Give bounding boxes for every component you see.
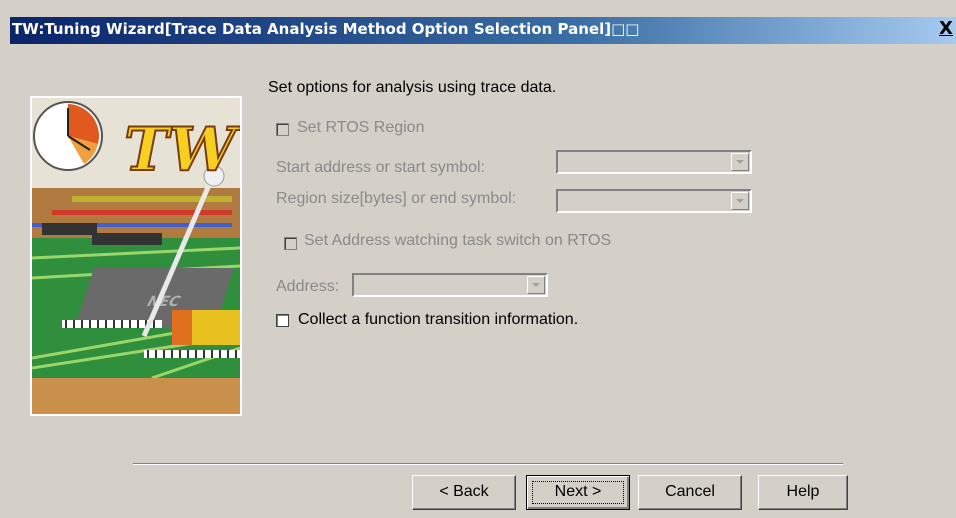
rtos-region-label: Set RTOS Region	[297, 119, 425, 136]
address-label: Address:	[276, 278, 340, 295]
help-button[interactable]: Help	[758, 475, 848, 510]
chevron-down-icon[interactable]	[527, 276, 545, 294]
address-combo[interactable]	[352, 273, 548, 297]
chevron-down-icon[interactable]	[731, 192, 749, 210]
close-icon[interactable]: X	[938, 20, 954, 38]
address-watching-label: Set Address watching task switch on RTOS	[304, 232, 612, 249]
tw-logo: TW	[124, 115, 240, 185]
next-button[interactable]: Next >	[526, 475, 630, 510]
wizard-content: NEC TW Set options for analysis using tr…	[10, 44, 956, 518]
start-address-combo[interactable]	[556, 150, 752, 174]
start-address-label: Start address or start symbol:	[276, 159, 485, 176]
back-button[interactable]: < Back	[412, 475, 516, 510]
rtos-region-checkbox[interactable]	[276, 123, 289, 136]
focus-rect	[532, 481, 624, 504]
window-title: TW:Tuning Wizard[Trace Data Analysis Met…	[12, 20, 640, 38]
title-bar[interactable]: TW:Tuning Wizard[Trace Data Analysis Met…	[10, 17, 956, 44]
wizard-illustration: NEC TW	[30, 96, 242, 416]
divider	[133, 463, 843, 465]
region-size-combo[interactable]	[556, 189, 752, 213]
region-size-label: Region size[bytes] or end symbol:	[276, 190, 517, 207]
chip-label: NEC	[145, 294, 182, 310]
cancel-button[interactable]: Cancel	[638, 475, 742, 510]
function-transition-checkbox[interactable]	[276, 314, 289, 327]
panel-heading: Set options for analysis using trace dat…	[268, 79, 557, 96]
chevron-down-icon[interactable]	[731, 153, 749, 171]
function-transition-label: Collect a function transition informatio…	[298, 311, 579, 328]
address-watching-checkbox[interactable]	[284, 237, 297, 250]
